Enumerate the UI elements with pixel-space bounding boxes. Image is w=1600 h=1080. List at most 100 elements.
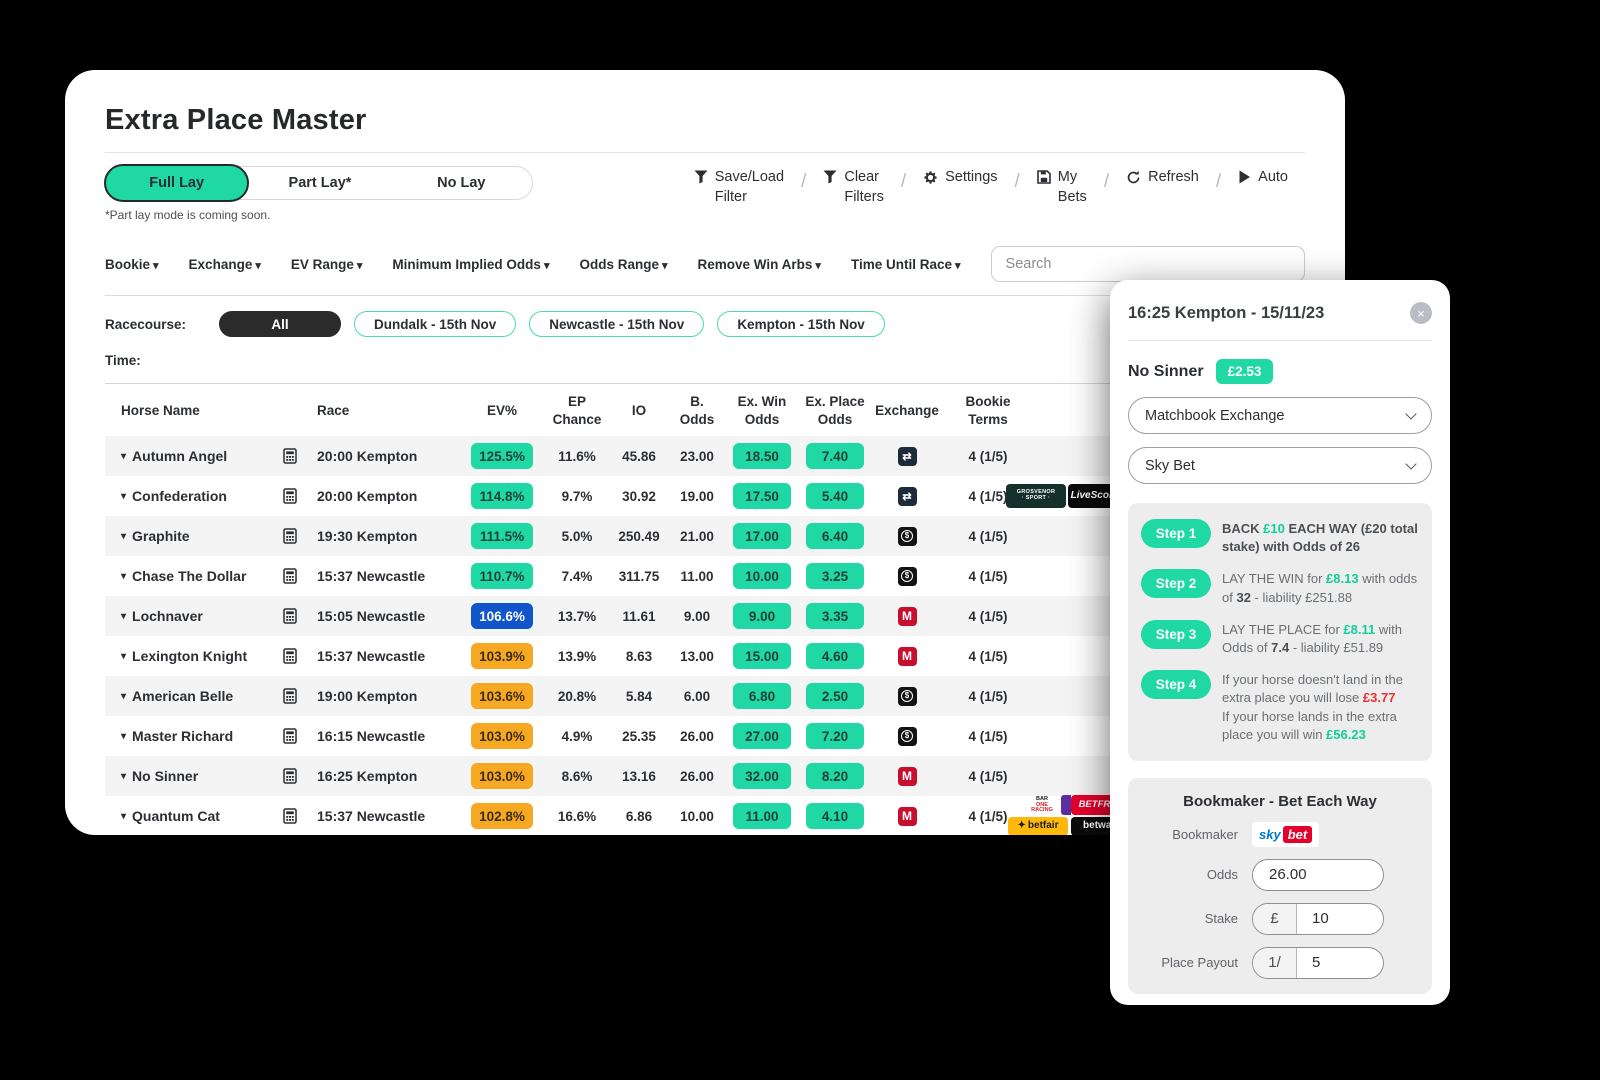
ex-win-odds-badge[interactable]: 27.00 <box>733 723 791 749</box>
ex-place-odds-badge[interactable]: 2.50 <box>806 683 864 709</box>
toolbar-auto[interactable]: Auto <box>1221 168 1305 188</box>
ev-badge[interactable]: 106.6% <box>471 603 533 629</box>
ex-place-odds-badge[interactable]: 3.35 <box>806 603 864 629</box>
horse-name[interactable]: ▾Chase The Dollar <box>105 568 283 584</box>
odds-input[interactable]: 26.00 <box>1252 859 1384 891</box>
grosvenor-sport-logo[interactable]: GROSVENOR· SPORT · <box>1006 484 1066 508</box>
ev-badge[interactable]: 125.5% <box>471 443 533 469</box>
bookie-select[interactable]: Sky Bet <box>1128 447 1432 484</box>
calculator-icon[interactable] <box>283 488 317 504</box>
filter-time-until-race[interactable]: Time Until Race▾ <box>851 257 961 272</box>
calculator-icon[interactable] <box>283 688 317 704</box>
horse-name[interactable]: ▾Autumn Angel <box>105 448 283 464</box>
search-input[interactable] <box>991 246 1305 282</box>
filter-bookie[interactable]: Bookie▾ <box>105 257 159 272</box>
ex-place-odds-badge[interactable]: 7.40 <box>806 443 864 469</box>
exchange-select[interactable]: Matchbook Exchange <box>1128 397 1432 434</box>
exchange-m-icon[interactable]: M <box>898 807 917 826</box>
ex-place-odds-badge[interactable]: 8.20 <box>806 763 864 789</box>
ev-badge[interactable]: 110.7% <box>471 563 533 589</box>
ev-badge[interactable]: 103.9% <box>471 643 533 669</box>
toolbar-my-bets[interactable]: MyBets <box>1020 168 1104 207</box>
horse-name[interactable]: ▾Lexington Knight <box>105 648 283 664</box>
toolbar-save-load-filter[interactable]: Save/LoadFilter <box>677 168 801 207</box>
ex-place-odds-badge[interactable]: 7.20 <box>806 723 864 749</box>
bar-one-racing-logo[interactable]: BARONERACING <box>1023 796 1061 815</box>
ev-badge[interactable]: 103.0% <box>471 763 533 789</box>
ex-place-odds-badge[interactable]: 5.40 <box>806 483 864 509</box>
calculator-icon[interactable] <box>283 648 317 664</box>
ev-badge[interactable]: 114.8% <box>471 483 533 509</box>
filter-ev-range[interactable]: EV Range▾ <box>291 257 363 272</box>
mode-part-lay[interactable]: Part Lay* <box>249 167 390 199</box>
ex-win-odds-badge[interactable]: 6.80 <box>733 683 791 709</box>
race-cell: 19:00 Kempton <box>317 688 459 704</box>
racecourse-chip-all[interactable]: All <box>219 311 341 337</box>
filter-remove-win-arbs[interactable]: Remove Win Arbs▾ <box>698 257 821 272</box>
toolbar-settings[interactable]: Settings <box>906 168 1014 188</box>
step-value-red: £3.77 <box>1363 690 1396 705</box>
bookie-terms-cell: 4 (1/5) <box>943 649 1033 664</box>
racecourse-chip-newcastle-15th-nov[interactable]: Newcastle - 15th Nov <box>529 311 704 337</box>
horse-name[interactable]: ▾Quantum Cat <box>105 808 283 824</box>
ep-chance-cell: 7.4% <box>545 569 609 584</box>
horse-name[interactable]: ▾No Sinner <box>105 768 283 784</box>
exchange-m-icon[interactable]: M <box>898 647 917 666</box>
exchange-s-circle-icon[interactable]: $ <box>898 527 917 546</box>
ep-chance-cell: 16.6% <box>545 809 609 824</box>
calculator-icon[interactable] <box>283 808 317 824</box>
ex-place-odds-badge[interactable]: 3.25 <box>806 563 864 589</box>
racecourse-chip-kempton-15th-nov[interactable]: Kempton - 15th Nov <box>717 311 885 337</box>
ex-win-odds-badge[interactable]: 18.50 <box>733 443 791 469</box>
exchange-m-icon[interactable]: M <box>898 607 917 626</box>
ex-place-odds-badge[interactable]: 4.60 <box>806 643 864 669</box>
ev-badge[interactable]: 111.5% <box>471 523 533 549</box>
exchange-swap-arrows-icon[interactable]: ⇄ <box>898 487 917 506</box>
filter-minimum-implied-odds[interactable]: Minimum Implied Odds▾ <box>392 257 549 272</box>
step-value-green: £8.13 <box>1326 571 1359 586</box>
place-payout-input[interactable]: 1/ 5 <box>1252 947 1384 979</box>
ex-win-odds-badge[interactable]: 17.50 <box>733 483 791 509</box>
toolbar-clear-filters[interactable]: ClearFilters <box>806 168 900 207</box>
ev-badge[interactable]: 103.6% <box>471 683 533 709</box>
calculator-icon[interactable] <box>283 608 317 624</box>
ev-badge[interactable]: 103.0% <box>471 723 533 749</box>
ex-win-odds-badge[interactable]: 10.00 <box>733 563 791 589</box>
filter-odds-range[interactable]: Odds Range▾ <box>579 257 667 272</box>
title-divider <box>105 152 1305 153</box>
calculator-icon[interactable] <box>283 728 317 744</box>
col-header: EV% <box>459 402 545 420</box>
ex-win-odds-badge[interactable]: 15.00 <box>733 643 791 669</box>
ex-place-odds-badge[interactable]: 6.40 <box>806 523 864 549</box>
exchange-s-circle-icon[interactable]: $ <box>898 567 917 586</box>
chevron-down-icon: ▾ <box>153 260 159 272</box>
calculator-icon[interactable] <box>283 768 317 784</box>
ev-badge[interactable]: 102.8% <box>471 803 533 829</box>
exchange-s-circle-icon[interactable]: $ <box>898 727 917 746</box>
ex-place-odds-badge[interactable]: 4.10 <box>806 803 864 829</box>
horse-name[interactable]: ▾Confederation <box>105 488 283 504</box>
close-icon[interactable]: × <box>1410 302 1432 324</box>
ex-win-odds-badge[interactable]: 11.00 <box>733 803 791 829</box>
betfair-logo[interactable]: ✦betfair <box>1008 817 1068 835</box>
calculator-icon[interactable] <box>283 568 317 584</box>
calculator-icon[interactable] <box>283 448 317 464</box>
mode-no-lay[interactable]: No Lay <box>391 167 532 199</box>
stake-input[interactable]: £ 10 <box>1252 903 1384 935</box>
ex-win-odds-badge[interactable]: 32.00 <box>733 763 791 789</box>
horse-name[interactable]: ▾American Belle <box>105 688 283 704</box>
ex-win-odds-badge[interactable]: 9.00 <box>733 603 791 629</box>
mode-full-lay[interactable]: Full Lay <box>104 164 249 202</box>
toolbar-refresh[interactable]: Refresh <box>1109 168 1216 188</box>
exchange-s-circle-icon[interactable]: $ <box>898 687 917 706</box>
horse-name[interactable]: ▾Lochnaver <box>105 608 283 624</box>
profit-badge[interactable]: £2.53 <box>1216 359 1274 384</box>
horse-name[interactable]: ▾Graphite <box>105 528 283 544</box>
racecourse-chip-dundalk-15th-nov[interactable]: Dundalk - 15th Nov <box>354 311 516 337</box>
exchange-m-icon[interactable]: M <box>898 767 917 786</box>
filter-exchange[interactable]: Exchange▾ <box>189 257 261 272</box>
ex-win-odds-badge[interactable]: 17.00 <box>733 523 791 549</box>
calculator-icon[interactable] <box>283 528 317 544</box>
horse-name[interactable]: ▾Master Richard <box>105 728 283 744</box>
exchange-swap-arrows-icon[interactable]: ⇄ <box>898 447 917 466</box>
